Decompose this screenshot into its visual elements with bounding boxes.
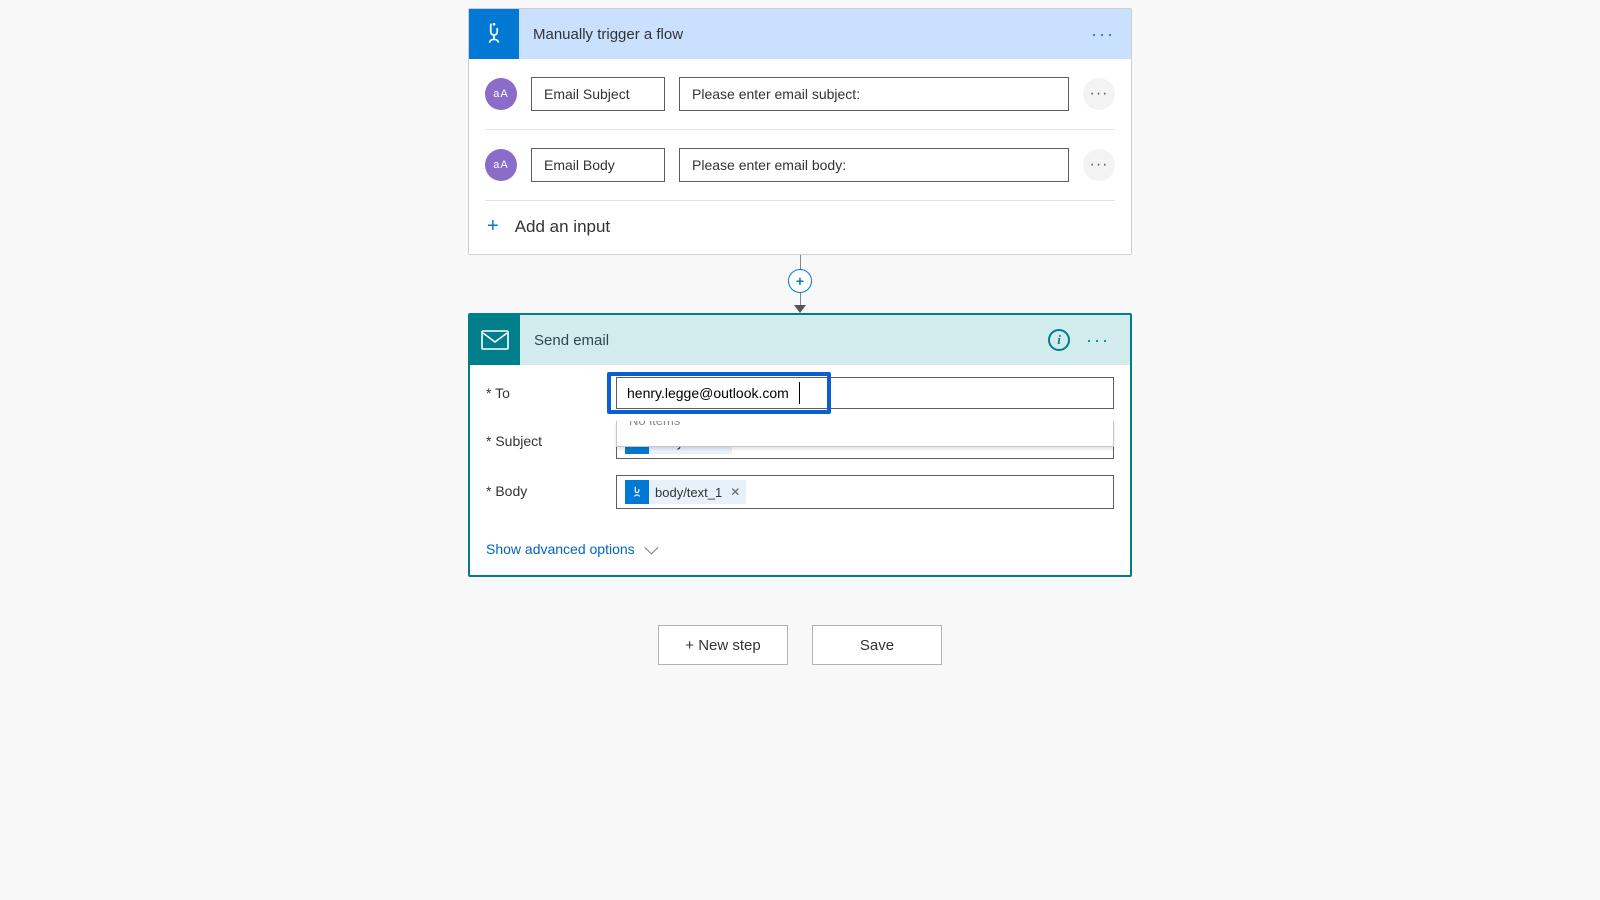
action-title: Send email [520, 332, 1048, 349]
action-menu-button[interactable]: ··· [1086, 330, 1130, 351]
manual-trigger-icon [625, 480, 649, 504]
to-input-text: henry.legge@outlook.com [625, 383, 791, 403]
trigger-title: Manually trigger a flow [519, 26, 1091, 43]
save-button[interactable]: Save [812, 625, 942, 665]
subject-label: Subject [486, 425, 616, 449]
step-connector: + [468, 255, 1132, 313]
dynamic-content-token[interactable]: body/text_1 ✕ [625, 480, 746, 504]
footer-buttons: + New step Save [0, 625, 1600, 665]
input-name-field[interactable]: Email Subject [531, 77, 665, 111]
field-row-to: To henry.legge@outlook.com [486, 377, 1114, 409]
add-input-button[interactable]: + Add an input [485, 201, 1115, 254]
text-cursor-icon [799, 382, 800, 404]
token-remove-icon[interactable]: ✕ [728, 485, 740, 499]
input-prompt-field[interactable]: Please enter email subject: [679, 77, 1069, 111]
body-input[interactable]: body/text_1 ✕ [616, 475, 1114, 509]
show-advanced-options-link[interactable]: Show advanced options [486, 541, 655, 557]
add-input-label: Add an input [515, 217, 610, 237]
advanced-options-label: Show advanced options [486, 541, 635, 557]
action-card: Send email i ··· To henry.legge@outlook.… [468, 313, 1132, 577]
trigger-menu-button[interactable]: ··· [1091, 24, 1131, 45]
manual-trigger-icon [469, 9, 519, 59]
autocomplete-dropdown[interactable]: No items [616, 421, 1114, 447]
action-header[interactable]: Send email i ··· [470, 315, 1130, 365]
input-prompt-field[interactable]: Please enter email body: [679, 148, 1069, 182]
plus-icon: + [487, 215, 499, 238]
trigger-input-row: aA Email Body Please enter email body: ·… [485, 130, 1115, 201]
to-input[interactable]: henry.legge@outlook.com [616, 377, 1114, 409]
to-label: To [486, 377, 616, 401]
body-label: Body [486, 475, 616, 499]
trigger-header[interactable]: Manually trigger a flow ··· [469, 9, 1131, 59]
text-type-icon: aA [485, 149, 517, 181]
no-items-label: No items [629, 421, 680, 428]
input-row-menu-button[interactable]: ··· [1083, 149, 1115, 181]
trigger-card: Manually trigger a flow ··· aA Email Sub… [468, 8, 1132, 255]
arrow-down-icon [794, 305, 806, 313]
info-icon[interactable]: i [1048, 329, 1070, 351]
insert-step-button[interactable]: + [788, 269, 812, 293]
input-row-menu-button[interactable]: ··· [1083, 78, 1115, 110]
field-row-body: Body body/text_1 ✕ [486, 475, 1114, 509]
trigger-input-row: aA Email Subject Please enter email subj… [485, 59, 1115, 130]
chevron-down-icon [644, 541, 658, 555]
token-label: body/text_1 [655, 485, 722, 500]
text-type-icon: aA [485, 78, 517, 110]
new-step-button[interactable]: + New step [658, 625, 788, 665]
input-name-field[interactable]: Email Body [531, 148, 665, 182]
mail-icon [470, 315, 520, 365]
